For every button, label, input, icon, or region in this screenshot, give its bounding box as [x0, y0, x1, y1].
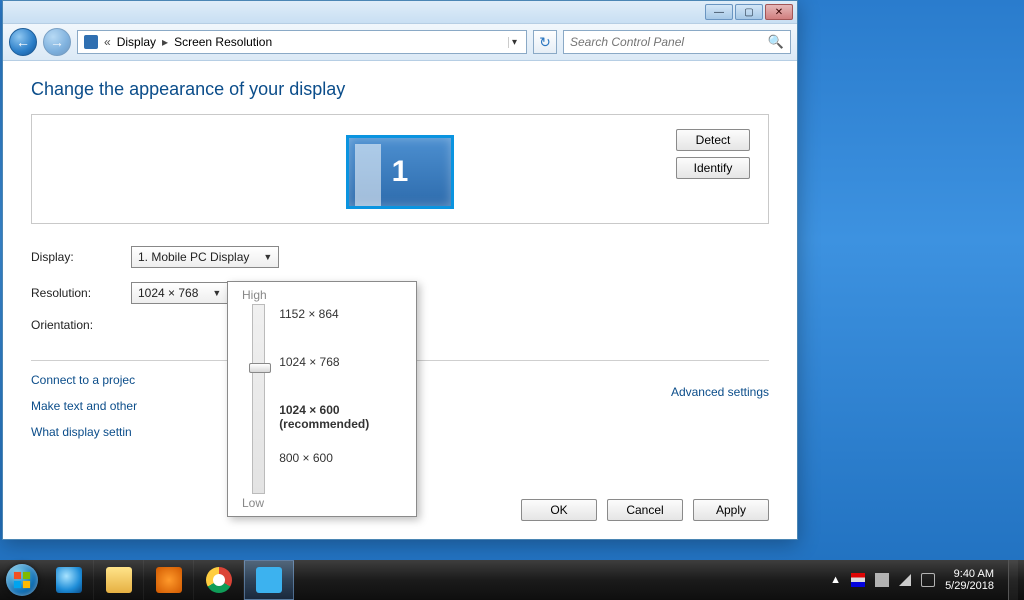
identify-button[interactable]: Identify [676, 157, 750, 179]
display-select[interactable]: 1. Mobile PC Display ▼ [131, 246, 279, 268]
ie-icon [56, 567, 82, 593]
volume-icon[interactable] [921, 573, 935, 587]
taskbar-pin-media-player[interactable] [144, 560, 194, 600]
taskbar-pin-control-panel[interactable] [244, 560, 294, 600]
control-panel-window: — ▢ ✕ ← → « Display ▸ Screen Resolution … [2, 0, 798, 540]
back-button[interactable]: ← [9, 28, 37, 56]
clock-date: 5/29/2018 [945, 580, 994, 592]
taskbar-pin-ie[interactable] [44, 560, 94, 600]
orientation-label: Orientation: [31, 318, 131, 332]
folder-icon [106, 567, 132, 593]
resolution-option[interactable]: 800 × 600 [279, 451, 402, 499]
refresh-button[interactable]: ↻ [533, 30, 557, 54]
display-label: Display: [31, 250, 131, 264]
apply-button[interactable]: Apply [693, 499, 769, 521]
nav-toolbar: ← → « Display ▸ Screen Resolution ▾ ↻ 🔍 [3, 23, 797, 61]
tray-overflow-icon[interactable]: ▲ [830, 574, 841, 586]
breadcrumb-root[interactable]: Display [117, 35, 156, 49]
maximize-button[interactable]: ▢ [735, 4, 763, 20]
resolution-slider-popup: High Low 1152 × 864 1024 × 768 1024 × 60… [227, 281, 417, 517]
search-input[interactable] [570, 35, 768, 49]
action-center-icon[interactable] [851, 573, 865, 587]
taskbar-pin-chrome[interactable] [194, 560, 244, 600]
monitor-thumbnail[interactable]: 1 [346, 135, 454, 209]
slider-label-high: High [242, 288, 267, 302]
taskbar-pin-explorer[interactable] [94, 560, 144, 600]
chevron-down-icon: ▼ [212, 288, 221, 298]
minimize-button[interactable]: — [705, 4, 733, 20]
resolution-option[interactable]: 1024 × 768 [279, 355, 402, 403]
system-tray: ▲ 9:40 AM 5/29/2018 [824, 560, 1024, 600]
advanced-settings-link[interactable]: Advanced settings [671, 385, 769, 399]
resolution-select-value: 1024 × 768 [138, 286, 198, 300]
search-box[interactable]: 🔍 [563, 30, 791, 54]
address-bar[interactable]: « Display ▸ Screen Resolution ▾ [77, 30, 527, 54]
display-select-value: 1. Mobile PC Display [138, 250, 249, 264]
path-prefix: « [104, 35, 111, 49]
ok-button[interactable]: OK [521, 499, 597, 521]
resolution-select[interactable]: 1024 × 768 ▼ [131, 282, 233, 304]
display-preview: 1 Detect Identify [31, 114, 769, 224]
start-button[interactable] [0, 560, 44, 600]
show-desktop-button[interactable] [1008, 560, 1018, 600]
windows-logo-icon [6, 564, 38, 596]
window-titlebar: — ▢ ✕ [3, 1, 797, 23]
close-button[interactable]: ✕ [765, 4, 793, 20]
resolution-label: Resolution: [31, 286, 131, 300]
search-icon[interactable]: 🔍 [768, 34, 784, 50]
chevron-right-icon: ▸ [162, 35, 168, 49]
display-icon [84, 35, 98, 49]
taskbar-clock[interactable]: 9:40 AM 5/29/2018 [945, 568, 994, 592]
resolution-option-recommended[interactable]: 1024 × 600 (recommended) [279, 403, 402, 451]
media-player-icon [156, 567, 182, 593]
resolution-option[interactable]: 1152 × 864 [279, 307, 402, 355]
cancel-button[interactable]: Cancel [607, 499, 683, 521]
network-icon[interactable] [899, 574, 911, 586]
resolution-slider[interactable] [252, 304, 265, 494]
forward-button[interactable]: → [43, 28, 71, 56]
detect-button[interactable]: Detect [676, 129, 750, 151]
power-icon[interactable] [875, 573, 889, 587]
address-dropdown-icon[interactable]: ▾ [508, 37, 520, 48]
slider-thumb[interactable] [249, 363, 271, 373]
slider-label-low: Low [242, 496, 264, 510]
chrome-icon [206, 567, 232, 593]
control-panel-icon [256, 567, 282, 593]
clock-time: 9:40 AM [945, 568, 994, 580]
breadcrumb-leaf[interactable]: Screen Resolution [174, 35, 272, 49]
chevron-down-icon: ▼ [263, 252, 272, 262]
taskbar: ▲ 9:40 AM 5/29/2018 [0, 560, 1024, 600]
page-title: Change the appearance of your display [31, 79, 769, 100]
